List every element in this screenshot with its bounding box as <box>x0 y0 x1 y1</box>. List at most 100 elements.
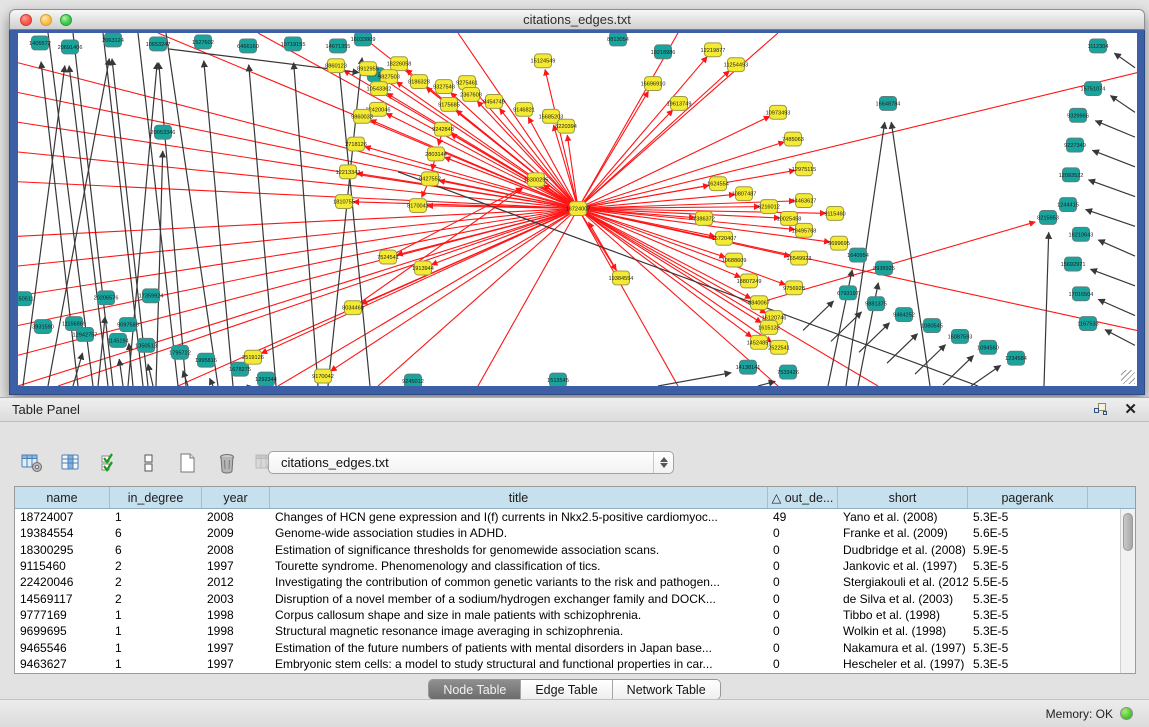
table-scrollbar[interactable] <box>1120 509 1135 673</box>
graph-node[interactable]: 1810755 <box>333 195 355 209</box>
graph-node[interactable]: 19218986 <box>651 45 676 59</box>
delete-column-icon[interactable] <box>215 451 239 475</box>
graph-node[interactable]: 8034460 <box>342 301 364 315</box>
graph-node[interactable]: 9756928 <box>783 281 805 295</box>
table-row[interactable]: 1872400712008Changes of HCN gene express… <box>15 509 1120 525</box>
network-canvas[interactable]: 1405572206914062063124106532471527602646… <box>18 33 1137 386</box>
graph-node[interactable]: 10688609 <box>722 253 747 267</box>
graph-node[interactable]: 15692971 <box>1061 257 1086 271</box>
graph-node[interactable]: 8427552 <box>419 172 441 186</box>
graph-node[interactable]: 6466160 <box>237 39 259 53</box>
table-row[interactable]: 969969511998Structural magnetic resonanc… <box>15 623 1120 639</box>
graph-node[interactable]: 9175685 <box>438 97 460 111</box>
column-header-5[interactable]: short <box>838 487 968 508</box>
graph-node[interactable]: 12942757 <box>73 327 98 341</box>
graph-node[interactable]: 8215953 <box>1037 210 1059 224</box>
graph-node[interactable]: 18724007 <box>566 202 591 216</box>
graph-node[interactable]: 1513545 <box>547 373 569 386</box>
graph-node[interactable]: 7533426 <box>777 365 799 379</box>
graph-node[interactable]: 14463627 <box>792 194 817 208</box>
graph-node[interactable]: 12975115 <box>792 162 816 176</box>
graph-node[interactable]: 9227349 <box>1064 138 1086 152</box>
graph-node[interactable]: 18300295 <box>524 173 549 187</box>
graph-node[interactable]: 1234584 <box>1005 351 1027 365</box>
new-column-icon[interactable] <box>176 451 200 475</box>
tab-node-table[interactable]: Node Table <box>429 680 521 699</box>
table-row[interactable]: 911546021997Tourette syndrome. Phenomeno… <box>15 558 1120 574</box>
table-row[interactable]: 2242004622012Investigating the contribut… <box>15 574 1120 590</box>
graph-node[interactable]: 10543362 <box>367 82 392 96</box>
graph-node[interactable]: 8454749 <box>483 94 505 108</box>
graph-node[interactable]: 9329966 <box>1067 108 1089 122</box>
graph-node[interactable]: 20206576 <box>94 291 119 305</box>
column-chooser-icon[interactable] <box>59 451 83 475</box>
column-header-6[interactable]: pagerank <box>968 487 1088 508</box>
table-settings-icon[interactable] <box>20 451 44 475</box>
graph-node[interactable]: 15720407 <box>712 231 737 245</box>
graph-node[interactable]: 1244415 <box>1057 198 1079 212</box>
graph-node[interactable]: 9115460 <box>824 207 845 221</box>
graph-node[interactable]: 8938925 <box>873 261 895 275</box>
graph-node[interactable]: 10807487 <box>732 187 757 201</box>
column-header-1[interactable]: in_degree <box>110 487 202 508</box>
graph-node[interactable]: 8170041 <box>407 199 429 213</box>
graph-node[interactable]: 2803144 <box>425 147 447 161</box>
graph-node[interactable]: 1795722 <box>169 345 191 359</box>
table-selector-dropdown[interactable]: citations_edges.txt <box>268 451 674 474</box>
graph-node[interactable]: 9699695 <box>828 236 850 250</box>
graph-node[interactable]: 8860123 <box>325 59 347 73</box>
column-header-0[interactable]: name <box>15 487 110 508</box>
graph-node[interactable]: 9881375 <box>865 297 887 311</box>
graph-node[interactable]: 9840067 <box>748 296 770 310</box>
graph-node[interactable]: 1094560 <box>977 340 999 354</box>
table-row[interactable]: 1456911722003Disruption of a novel membe… <box>15 590 1120 606</box>
graph-node[interactable]: 2519126 <box>242 350 264 364</box>
graph-node[interactable]: 8150511 <box>18 292 34 306</box>
graph-node[interactable]: 9464252 <box>893 308 915 322</box>
graph-node[interactable]: 2718126 <box>345 137 367 151</box>
graph-node[interactable]: 6793197 <box>837 286 859 300</box>
graph-node[interactable]: 1145194 <box>107 333 128 347</box>
graph-node[interactable]: 1167533 <box>1077 317 1098 331</box>
graph-node[interactable]: 20053346 <box>151 125 176 139</box>
graph-node[interactable]: 15751074 <box>1081 82 1106 96</box>
graph-node[interactable]: 19384554 <box>609 271 634 285</box>
graph-node[interactable]: 18226058 <box>387 57 412 71</box>
graph-node[interactable]: 7524541 <box>377 250 399 264</box>
graph-node[interactable]: 6216012 <box>758 200 780 214</box>
close-panel-icon[interactable]: ✕ <box>1124 402 1137 417</box>
graph-node[interactable]: 17359924 <box>139 289 164 303</box>
graph-node[interactable]: 12093522 <box>1059 168 1084 182</box>
graph-node[interactable]: 9146821 <box>513 102 535 116</box>
column-header-2[interactable]: year <box>202 487 270 508</box>
scrollbar-thumb[interactable] <box>1123 513 1133 551</box>
float-panel-icon[interactable] <box>1094 403 1108 416</box>
graph-node[interactable]: 16696910 <box>641 77 666 91</box>
graph-node[interactable]: 20691406 <box>58 40 83 54</box>
graph-node[interactable]: 1080545 <box>921 319 943 333</box>
graph-node[interactable]: 15124549 <box>531 54 556 68</box>
table-row[interactable]: 946554611997Estimation of the future num… <box>15 639 1120 655</box>
table-row[interactable]: 1830029562008Estimation of significance … <box>15 542 1120 558</box>
graph-node[interactable]: 18807249 <box>737 274 762 288</box>
graph-node[interactable]: 8186328 <box>408 75 430 89</box>
tab-network-table[interactable]: Network Table <box>613 680 720 699</box>
graph-node[interactable]: 1995816 <box>195 353 217 367</box>
graph-node[interactable]: 12213343 <box>336 165 361 179</box>
graph-node[interactable]: 1292344 <box>255 372 277 386</box>
graph-node[interactable]: 9860033 <box>351 109 373 123</box>
graph-node[interactable]: 14671355 <box>326 39 351 53</box>
graph-node[interactable]: 1527602 <box>192 35 214 49</box>
column-header-4[interactable]: △ out_de... <box>768 487 838 508</box>
graph-node[interactable]: 11254493 <box>724 58 748 72</box>
row-height-icon[interactable] <box>137 451 161 475</box>
select-all-icon[interactable] <box>98 451 122 475</box>
graph-node[interactable]: 10973493 <box>766 105 791 119</box>
table-row[interactable]: 1938455462009Genome-wide association stu… <box>15 525 1120 541</box>
graph-node[interactable]: 2367608 <box>460 88 482 102</box>
graph-node[interactable]: 1624554 <box>707 177 729 191</box>
graph-node[interactable]: 8813054 <box>607 33 629 46</box>
canvas-resize-grip[interactable] <box>1121 370 1135 384</box>
graph-node[interactable]: 17016504 <box>1069 287 1094 301</box>
graph-node[interactable]: 10719155 <box>281 37 306 51</box>
